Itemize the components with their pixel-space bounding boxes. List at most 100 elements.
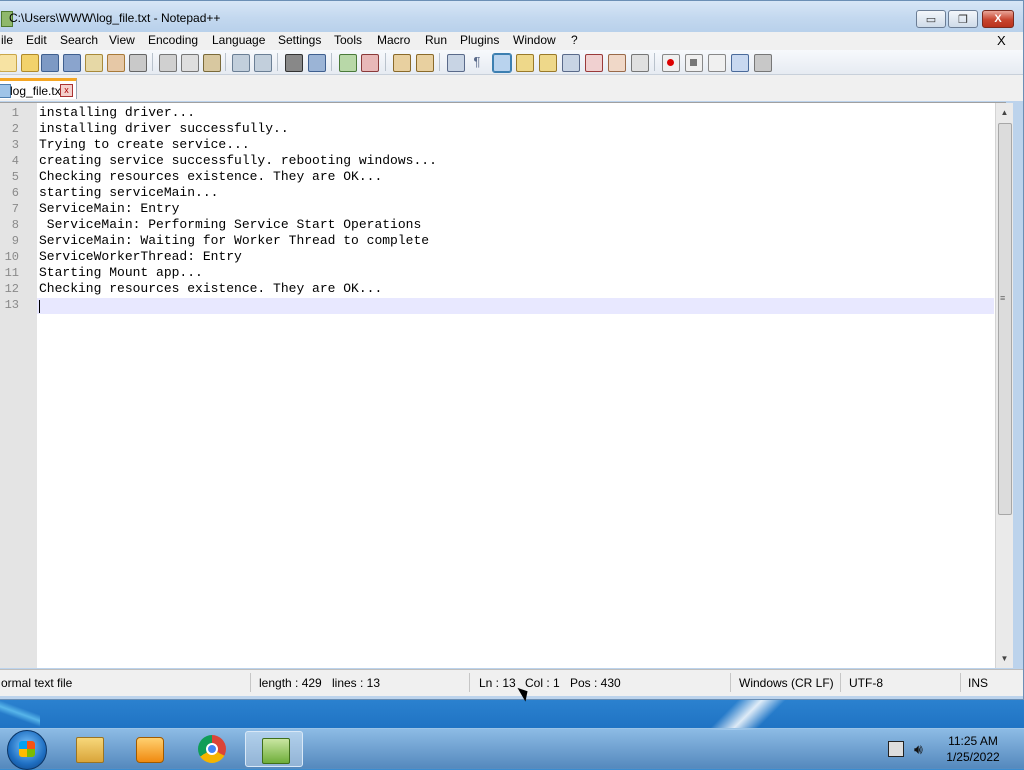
redo-icon[interactable] <box>254 54 272 72</box>
line-number: 11 <box>4 266 19 280</box>
taskbar-notepadpp[interactable] <box>245 731 303 767</box>
copy-icon[interactable] <box>181 54 199 72</box>
code-line[interactable]: ServiceMain: Entry <box>39 201 179 216</box>
windows-logo-icon <box>19 741 35 757</box>
scrollbar-thumb[interactable] <box>998 123 1012 515</box>
play-macro-icon[interactable] <box>708 54 726 72</box>
function-list-icon[interactable] <box>562 54 580 72</box>
status-file-type: ormal text file <box>1 676 73 690</box>
volume-icon[interactable]: 🔊︎ <box>914 741 923 758</box>
show-all-characters-icon[interactable]: ¶ <box>469 54 485 70</box>
stop-macro-icon[interactable] <box>685 54 703 72</box>
menu-help[interactable]: ? <box>571 33 578 47</box>
project-icon[interactable] <box>608 54 626 72</box>
sync-horizontal-icon[interactable] <box>416 54 434 72</box>
word-wrap-icon[interactable] <box>447 54 465 72</box>
network-icon[interactable] <box>888 741 904 757</box>
code-line[interactable]: starting serviceMain... <box>39 185 218 200</box>
line-number: 13 <box>4 298 19 312</box>
status-position: Pos : 430 <box>570 676 621 690</box>
status-encoding[interactable]: UTF-8 <box>849 676 883 690</box>
run-macro-multiple-icon[interactable] <box>731 54 749 72</box>
menu-window[interactable]: Window <box>513 33 556 47</box>
menu-edit[interactable]: Edit <box>26 33 47 47</box>
code-line[interactable]: ServiceWorkerThread: Entry <box>39 249 242 264</box>
scroll-up-arrow-icon[interactable]: ▲ <box>996 105 1013 121</box>
taskbar-explorer[interactable] <box>60 731 118 767</box>
taskbar-media-player[interactable] <box>120 731 178 767</box>
close-document-button[interactable]: X <box>997 33 1006 48</box>
indent-guide-icon[interactable] <box>492 53 512 73</box>
status-length: length : 429 <box>259 676 322 690</box>
record-macro-icon[interactable] <box>662 54 680 72</box>
zoom-out-icon[interactable] <box>361 54 379 72</box>
status-insert-mode[interactable]: INS <box>968 676 988 690</box>
maximize-button[interactable]: ❐ <box>948 10 978 28</box>
tab-close-icon[interactable]: x <box>60 84 73 97</box>
menu-file[interactable]: ile <box>1 33 13 47</box>
explorer-icon <box>76 737 104 763</box>
print-icon[interactable] <box>129 54 147 72</box>
close-button[interactable]: X <box>982 10 1014 28</box>
taskbar-chrome[interactable] <box>183 731 241 767</box>
new-file-icon[interactable] <box>0 54 17 72</box>
replace-icon[interactable] <box>308 54 326 72</box>
media-player-icon <box>136 737 164 763</box>
code-line[interactable]: ServiceMain: Performing Service Start Op… <box>39 217 421 232</box>
menu-tools[interactable]: Tools <box>334 33 362 47</box>
tab-strip: log_file.txt x <box>0 75 1023 101</box>
code-line[interactable]: installing driver... <box>39 105 195 120</box>
line-number: 2 <box>11 122 19 136</box>
paste-icon[interactable] <box>203 54 221 72</box>
line-number: 3 <box>11 138 19 152</box>
minimize-button[interactable]: ▭ <box>916 10 946 28</box>
text-editor[interactable]: 1 2 3 4 5 6 7 8 9 10 11 12 13 installing… <box>0 102 1013 668</box>
code-line[interactable]: installing driver successfully.. <box>39 121 289 136</box>
menu-settings[interactable]: Settings <box>278 33 321 47</box>
cut-icon[interactable] <box>159 54 177 72</box>
line-number-gutter: 1 2 3 4 5 6 7 8 9 10 11 12 13 <box>0 103 37 668</box>
undo-icon[interactable] <box>232 54 250 72</box>
status-eol-format[interactable]: Windows (CR LF) <box>739 676 834 690</box>
folder-as-workspace-icon[interactable] <box>585 54 603 72</box>
code-line[interactable]: Starting Mount app... <box>39 265 203 280</box>
monitoring-eye-icon[interactable] <box>631 54 649 72</box>
vertical-scrollbar[interactable]: ▲ ≡ ▼ <box>995 103 1013 668</box>
start-button[interactable] <box>7 730 47 770</box>
save-all-icon[interactable] <box>63 54 81 72</box>
menu-search[interactable]: Search <box>60 33 98 47</box>
code-line[interactable]: creating service successfully. rebooting… <box>39 153 437 168</box>
zoom-in-icon[interactable] <box>339 54 357 72</box>
close-all-icon[interactable] <box>107 54 125 72</box>
save-macro-icon[interactable] <box>754 54 772 72</box>
menu-encoding[interactable]: Encoding <box>148 33 198 47</box>
menu-run[interactable]: Run <box>425 33 447 47</box>
code-line[interactable]: ServiceMain: Waiting for Worker Thread t… <box>39 233 429 248</box>
sync-vertical-icon[interactable] <box>393 54 411 72</box>
code-line[interactable]: Checking resources existence. They are O… <box>39 281 382 296</box>
find-icon[interactable] <box>285 54 303 72</box>
line-number: 9 <box>11 234 19 248</box>
code-line[interactable]: Checking resources existence. They are O… <box>39 169 382 184</box>
line-number: 4 <box>11 154 19 168</box>
clock-date: 1/25/2022 <box>946 750 1000 764</box>
save-icon[interactable] <box>41 54 59 72</box>
menu-language[interactable]: Language <box>212 33 265 47</box>
scroll-down-arrow-icon[interactable]: ▼ <box>996 651 1013 667</box>
tab-log-file[interactable]: log_file.txt x <box>0 78 77 99</box>
line-number: 7 <box>11 202 19 216</box>
open-file-icon[interactable] <box>21 54 39 72</box>
menu-macro[interactable]: Macro <box>377 33 410 47</box>
menu-view[interactable]: View <box>109 33 135 47</box>
title-bar[interactable]: C:\Users\WWW\log_file.txt - Notepad++ ▭ … <box>0 1 1023 35</box>
close-file-icon[interactable] <box>85 54 103 72</box>
udl-icon[interactable] <box>516 54 534 72</box>
current-line-highlight <box>37 298 994 314</box>
document-map-icon[interactable] <box>539 54 557 72</box>
taskbar-clock[interactable]: 11:25 AM 1/25/2022 <box>940 733 1006 765</box>
scroll-grip-icon: ≡ <box>1000 293 1006 303</box>
line-number: 5 <box>11 170 19 184</box>
line-number: 6 <box>11 186 19 200</box>
menu-plugins[interactable]: Plugins <box>460 33 499 47</box>
code-line[interactable]: Trying to create service... <box>39 137 250 152</box>
